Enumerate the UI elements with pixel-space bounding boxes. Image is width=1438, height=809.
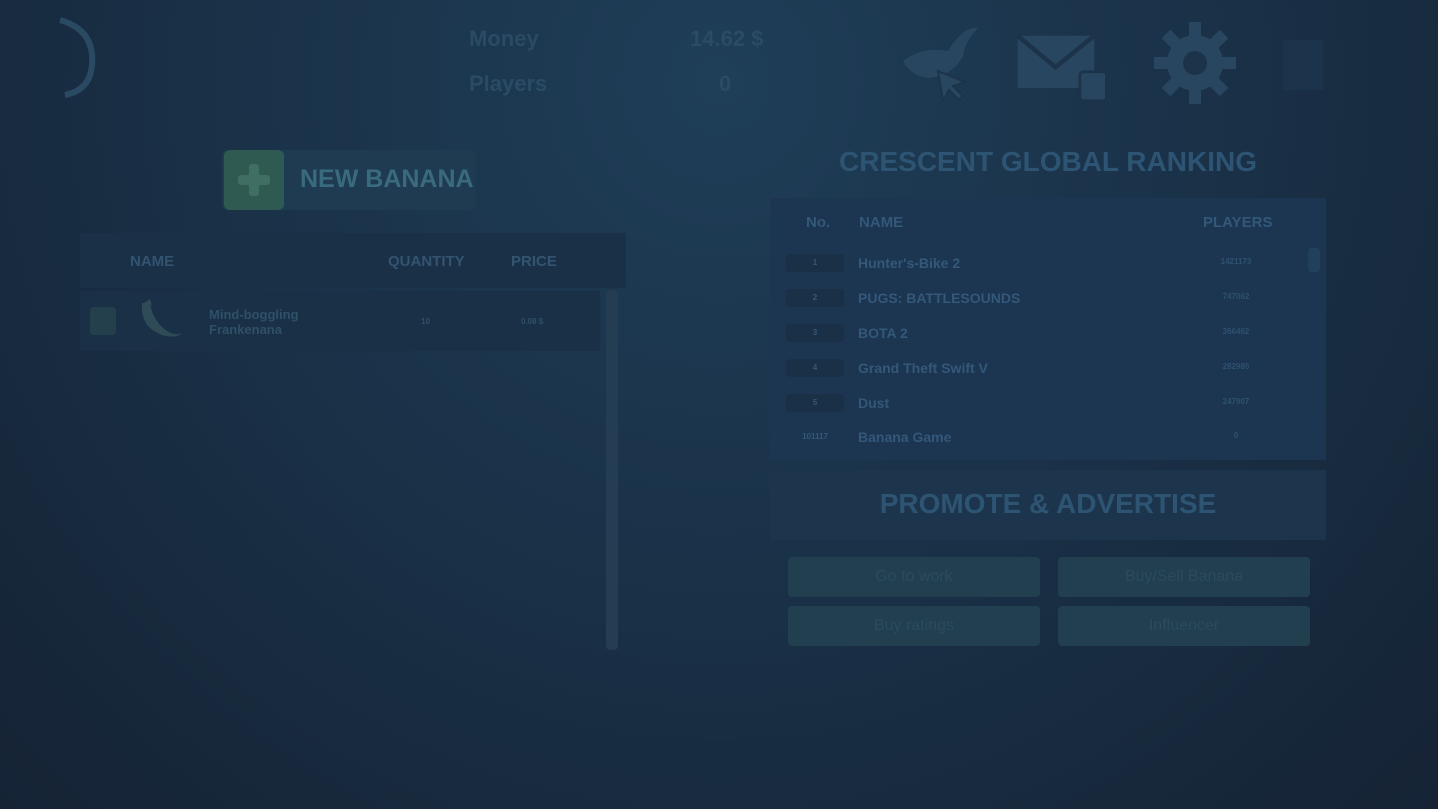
rank-game-name: BOTA 2 <box>858 325 908 341</box>
rank-players: 0 <box>1233 431 1239 440</box>
money-label: Money <box>469 26 539 51</box>
rank-players: 282985 <box>1222 362 1250 371</box>
promote-section: PROMOTE & ADVERTISE <box>770 470 1326 540</box>
ranking-row[interactable]: 3 BOTA 2 366462 <box>770 317 1294 351</box>
buy-ratings-button[interactable]: Buy ratings <box>788 606 1040 646</box>
rank-players: 1421173 <box>1220 257 1252 266</box>
new-banana-button[interactable]: NEW BANANA <box>222 150 476 210</box>
influencer-button[interactable]: Influencer <box>1058 606 1310 646</box>
col-price: PRICE <box>511 253 557 270</box>
rank-game-name: PUGS: BATTLESOUNDS <box>858 290 1021 306</box>
item-price: 0.08 $ <box>521 317 544 326</box>
inventory-header: NAME QUANTITY PRICE <box>80 233 626 288</box>
side-tab-icon[interactable] <box>1283 40 1323 90</box>
rank-players: 247907 <box>1222 397 1250 406</box>
table-row[interactable]: Mind-boggling Frankenana 10 0.08 $ <box>80 291 600 351</box>
ranking-row-own[interactable]: 101117 Banana Game 0 <box>770 421 1294 455</box>
rank-game-name: Hunter's-Bike 2 <box>858 255 961 271</box>
gear-icon[interactable] <box>1150 18 1240 108</box>
rank-game-name: Banana Game <box>858 429 952 445</box>
ranking-row[interactable]: 2 PUGS: BATTLESOUNDS 747062 <box>770 282 1294 316</box>
ranking-row[interactable]: 5 Dust 247907 <box>770 387 1294 421</box>
players-value: 0 <box>719 71 732 96</box>
plus-icon <box>224 150 284 210</box>
ranking-row[interactable]: 1 Hunter's-Bike 2 1421173 <box>770 247 1294 281</box>
ranking-table: No. NAME PLAYERS 1 Hunter's-Bike 2 14211… <box>770 198 1326 460</box>
row-select-checkbox[interactable] <box>90 307 116 335</box>
go-to-work-button[interactable]: Go to work <box>788 557 1040 597</box>
rank-number: 4 <box>786 359 844 377</box>
col-rank-players: PLAYERS <box>1203 214 1273 231</box>
rank-game-name: Dust <box>858 395 890 411</box>
item-quantity: 10 <box>421 317 430 326</box>
rank-number: 3 <box>786 324 844 342</box>
players-label: Players <box>469 71 548 96</box>
item-name: Mind-boggling Frankenana <box>209 307 299 337</box>
money-value: 14.62 $ <box>690 26 764 51</box>
rank-number: 5 <box>786 394 844 412</box>
col-rank-name: NAME <box>859 214 904 231</box>
rank-number: 1 <box>786 254 844 272</box>
promote-title: PROMOTE & ADVERTISE <box>879 488 1217 519</box>
rank-game-name: Grand Theft Swift V <box>858 360 988 376</box>
bird-cursor-icon[interactable] <box>893 16 983 106</box>
game-logo-icon <box>59 17 96 98</box>
col-rank-no: No. <box>806 214 831 231</box>
ranking-title: CRESCENT GLOBAL RANKING <box>839 146 1257 177</box>
banana-icon <box>141 299 182 337</box>
col-name: NAME <box>130 253 175 270</box>
buy-sell-banana-button[interactable]: Buy/Sell Banana <box>1058 557 1310 597</box>
ranking-row[interactable]: 4 Grand Theft Swift V 282985 <box>770 352 1294 386</box>
inventory-scrollbar[interactable] <box>606 290 618 650</box>
rank-number: 2 <box>786 289 844 307</box>
new-banana-label: NEW BANANA <box>300 165 474 193</box>
rank-players: 747062 <box>1222 292 1250 301</box>
ranking-scrollbar[interactable] <box>1308 248 1320 272</box>
inventory-table: NAME QUANTITY PRICE Mind-boggling Franke… <box>80 233 626 653</box>
mail-icon[interactable] <box>1015 20 1105 110</box>
rank-number: 101117 <box>802 432 828 441</box>
rank-players: 366462 <box>1222 327 1250 336</box>
col-quantity: QUANTITY <box>388 253 465 270</box>
